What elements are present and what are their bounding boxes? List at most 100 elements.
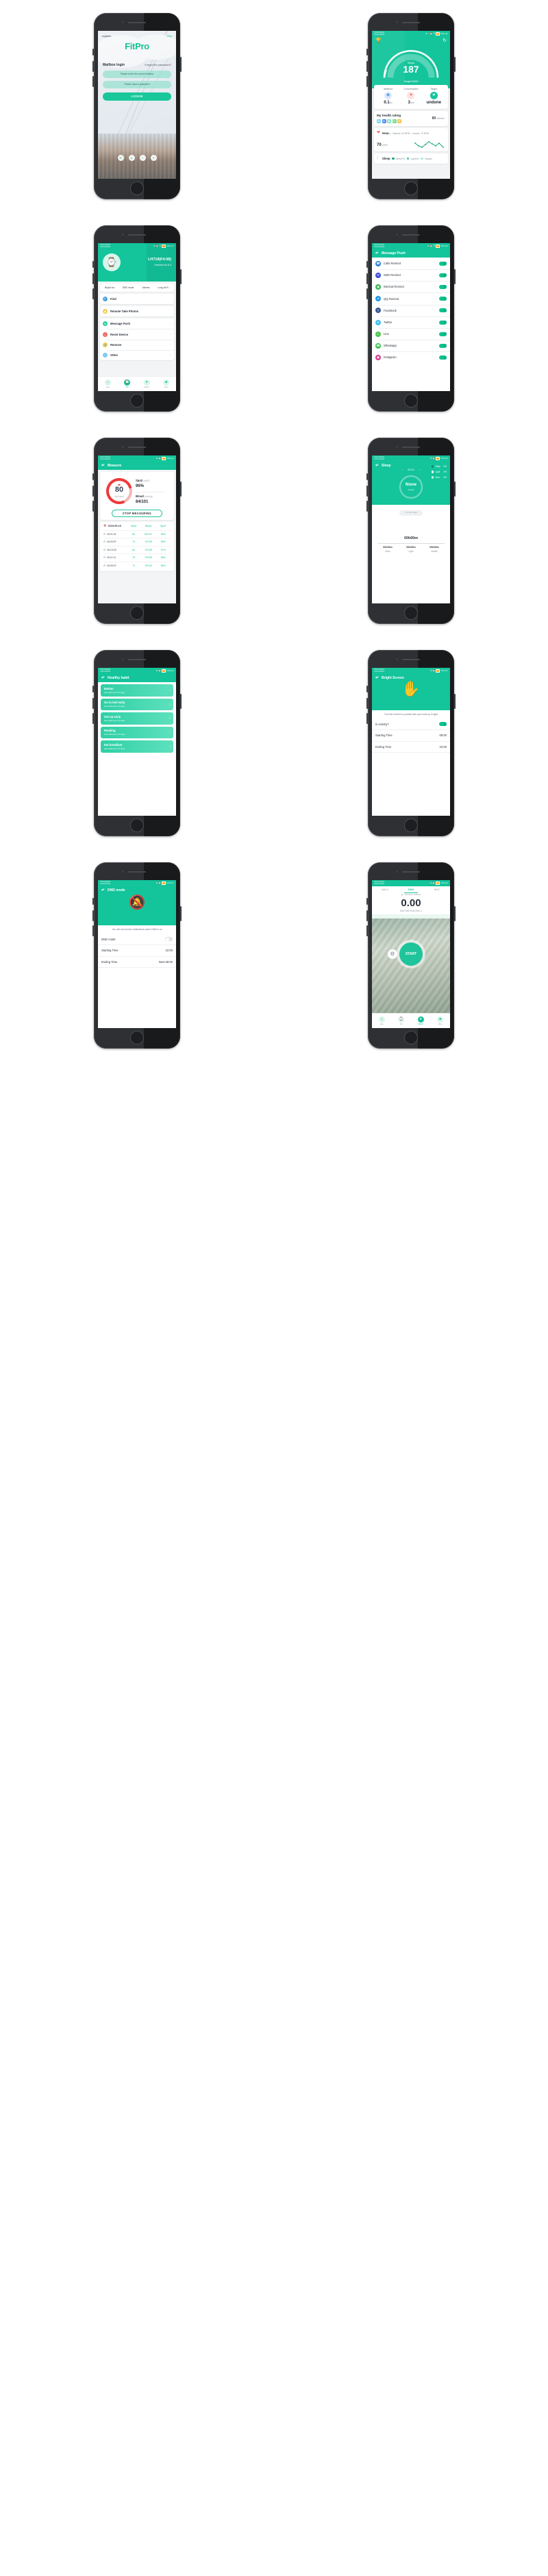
setting-dnd-mode[interactable]: DND mode xyxy=(98,934,176,946)
quick-long-sit[interactable]: Long sit R.. xyxy=(155,286,173,289)
heart-rate-card[interactable]: ❤ Hear.. Highest: 84 BPM Lowest: 70 BPM … xyxy=(374,128,448,151)
push-item-twitter[interactable]: ✈ Twitter xyxy=(372,316,450,328)
tab-run[interactable]: RUN xyxy=(398,886,424,893)
push-toggle[interactable] xyxy=(439,297,447,301)
push-item-instagram[interactable]: ▣ Instagram xyxy=(372,352,450,364)
tab-motion[interactable]: ➤ Motion xyxy=(137,377,157,391)
habit-item-go-to-bed-early[interactable]: Go to bed early Has adhered to 0 days › xyxy=(101,698,173,711)
wechat-icon[interactable]: ✉ xyxy=(117,155,124,161)
push-item-sms[interactable]: ✉ SMS Remind xyxy=(372,269,450,281)
qq-icon[interactable]: ● xyxy=(128,155,135,161)
push-item-wechat[interactable]: ◉ Wechat Remind xyxy=(372,282,450,293)
menu-item-message-push[interactable]: ➤ Message Push › xyxy=(100,318,174,329)
start-button[interactable]: START xyxy=(399,942,423,966)
push-toggle[interactable] xyxy=(439,343,447,348)
sync-icon[interactable]: ↻ xyxy=(443,38,447,45)
tab-step[interactable]: ⌂ step xyxy=(98,377,118,391)
tab-walk[interactable]: WALK xyxy=(372,886,398,892)
password-field[interactable]: Please input a password xyxy=(103,80,171,88)
setting-dnd-ending-time[interactable]: Ending Time Next 08:00 xyxy=(98,957,176,968)
grade-s: S xyxy=(377,119,381,124)
quick-bright-screen[interactable]: Bright scr.. xyxy=(101,286,119,289)
setting-dnd-starting-time[interactable]: Starting Time 22:00 xyxy=(98,945,176,957)
front-camera xyxy=(122,21,124,23)
twitter-icon[interactable]: ✈ xyxy=(150,155,157,161)
back-icon[interactable]: ↵ xyxy=(375,251,379,255)
page-title: DND mode xyxy=(108,888,125,892)
setting-ending-time[interactable]: Ending Time 22:00 xyxy=(372,742,450,753)
screen-sport: China Mobile China Mobile ⇅ ⏰ 22 4:18 pm… xyxy=(372,880,450,1028)
push-item-line[interactable]: L Line xyxy=(372,328,450,340)
sleep-card[interactable]: ☾ Sleep Deep0% Light0% Awake.. xyxy=(374,153,448,164)
cell-blood: 76/119 xyxy=(145,564,153,567)
push-toggle[interactable] xyxy=(439,273,447,277)
gear-icon[interactable]: ⚙ xyxy=(388,949,397,959)
clock-icon: ⏱ xyxy=(103,540,105,544)
facebook-icon[interactable]: f xyxy=(139,155,146,161)
tab-label: Mine xyxy=(438,1023,443,1025)
habit-item-reading[interactable]: Reading Has adhered to 0 days › xyxy=(101,726,173,739)
status-bar: China Mobile China Mobile ⇅ ⏰ 22 4:18 pm xyxy=(372,455,450,462)
quick-dnd-mode[interactable]: DND mode xyxy=(119,286,137,289)
setting-starting-time[interactable]: Starting Time 08:00 xyxy=(372,730,450,742)
menu-item-remove[interactable]: 🔗 Remove › xyxy=(100,340,174,350)
tab-bike[interactable]: BIKE xyxy=(424,886,450,892)
quick-alarms[interactable]: Alarms xyxy=(137,286,155,289)
chevron-right-icon[interactable]: › xyxy=(420,468,421,471)
menu-item-find[interactable]: 🔍 Find xyxy=(100,294,174,304)
tab-label: Set xyxy=(399,1023,403,1025)
stop-measuring-button[interactable]: STOP MEASURING xyxy=(112,510,162,518)
habit-item-get-up-early[interactable]: Get up early Has adhered to 0 days › xyxy=(101,712,173,725)
is-activity-toggle[interactable] xyxy=(439,722,447,727)
push-item-facebook[interactable]: f FaceBook xyxy=(372,305,450,316)
habit-item-eat-breakfast[interactable]: Eat breakfast Has adhered to 0 days › xyxy=(101,740,173,753)
carrier-2: China Mobile xyxy=(100,458,111,460)
trophy-icon[interactable]: 🏆 xyxy=(375,38,382,45)
habit-item-motion[interactable]: Motion Has adhered to 0 days › xyxy=(101,684,173,697)
bluetooth-icon: ⇅ xyxy=(429,881,432,884)
back-icon[interactable]: ↵ xyxy=(101,888,105,892)
push-toggle[interactable] xyxy=(439,355,447,360)
carrier-2: China Mobile xyxy=(374,670,385,673)
tab-step[interactable]: ⌂ step xyxy=(372,1014,392,1028)
menu-item-remote-photos[interactable]: ◉ Remote Take Photos xyxy=(100,306,174,316)
login-button[interactable]: LOGIN xyxy=(103,92,171,101)
tab-set[interactable]: ⌚ Set xyxy=(392,1014,412,1028)
register-link[interactable]: register xyxy=(102,34,111,38)
push-item-calls[interactable]: ☎ Calls Remind xyxy=(372,258,450,269)
back-icon[interactable]: ↵ xyxy=(101,676,105,680)
chevron-left-icon[interactable]: ‹ xyxy=(401,468,402,471)
menu-item-reset-device[interactable]: ← Reset Device › xyxy=(100,329,174,340)
dnd-toggle[interactable] xyxy=(165,937,173,942)
back-icon[interactable]: ↵ xyxy=(375,676,379,680)
forget-password-link[interactable]: Forget the password? xyxy=(145,63,171,67)
tab-mine[interactable]: ☻ Mine xyxy=(157,377,177,391)
stat-target: Target ★ undone xyxy=(423,88,445,106)
alarm-icon: ⏰ xyxy=(429,32,433,35)
setting-label: DND mode xyxy=(101,937,116,941)
calendar-icon: 📅 xyxy=(103,525,107,528)
tab-motion[interactable]: ➤ Motion xyxy=(411,1014,431,1028)
home-button[interactable] xyxy=(130,182,144,195)
push-item-whatsapp[interactable]: ☎ Whatsapp xyxy=(372,340,450,351)
health-rating-card[interactable]: My health rating S A B C F 89 Minute › xyxy=(374,110,448,127)
back-icon[interactable]: ↵ xyxy=(101,464,105,468)
push-toggle[interactable] xyxy=(439,261,447,266)
push-toggle[interactable] xyxy=(439,284,447,289)
push-toggle[interactable] xyxy=(439,332,447,336)
push-toggle[interactable] xyxy=(439,320,447,325)
email-field[interactable]: Please enter the correct mailbox xyxy=(103,70,171,78)
menu-item-other[interactable]: ⋯ Other › xyxy=(100,350,174,360)
push-label: Calls Remind xyxy=(384,262,401,266)
tab-label: Set xyxy=(125,386,129,388)
back-icon[interactable]: ↵ xyxy=(375,464,379,468)
clock-icon: ⏱ xyxy=(103,532,105,536)
tab-set[interactable]: ⌚ Set xyxy=(118,377,138,391)
setting-is-activity[interactable]: Is Activity? xyxy=(372,718,450,731)
push-toggle[interactable] xyxy=(439,308,447,313)
steps-value: 187 xyxy=(403,63,419,75)
tab-mine[interactable]: ☻ Mine xyxy=(431,1014,451,1028)
sleep-awake: Awake.. xyxy=(425,157,434,160)
skip-link[interactable]: Skip xyxy=(166,34,172,38)
push-item-qq[interactable]: ● QQ Remind xyxy=(372,293,450,305)
